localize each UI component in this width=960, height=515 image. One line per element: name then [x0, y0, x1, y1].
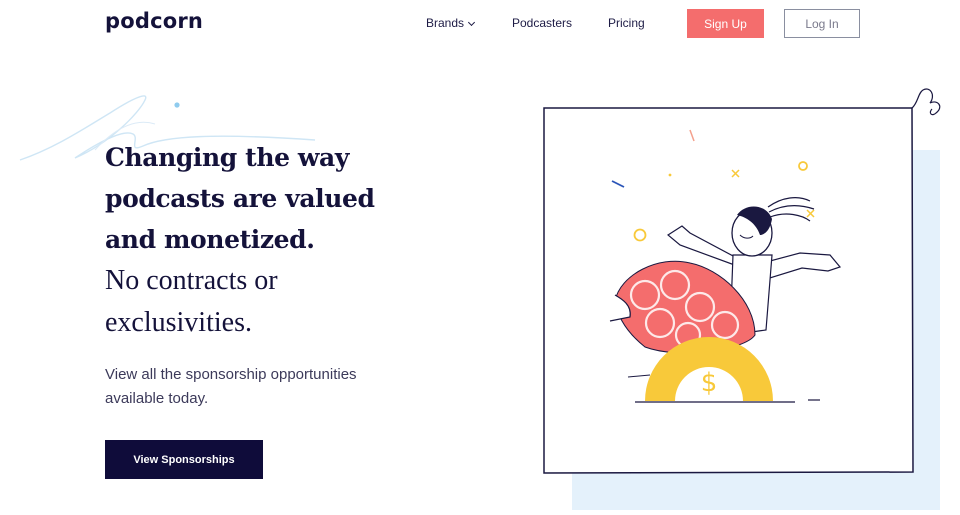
nav-brands-label: Brands — [426, 16, 465, 30]
hero-illustration: $ — [543, 88, 941, 510]
podcorn-logo[interactable]: podcorn — [105, 9, 203, 33]
hero-subtitle: No contracts or exclusivities. — [105, 265, 278, 338]
log-in-button[interactable]: Log In — [784, 9, 860, 38]
nav-brands[interactable]: Brands — [426, 16, 476, 30]
svg-text:$: $ — [701, 368, 718, 398]
nav-pricing[interactable]: Pricing — [608, 16, 645, 30]
hero-title: Changing the way podcasts are valued and… — [105, 143, 375, 254]
site-header: podcorn Brands Podcasters Pricing Sign U… — [0, 0, 960, 46]
chevron-down-icon — [467, 18, 476, 27]
hero-description: View all the sponsorship opportunities a… — [105, 366, 357, 407]
view-sponsorships-button[interactable]: View Sponsorships — [105, 440, 263, 479]
sign-up-button[interactable]: Sign Up — [687, 9, 764, 38]
nav-podcasters[interactable]: Podcasters — [512, 16, 572, 30]
